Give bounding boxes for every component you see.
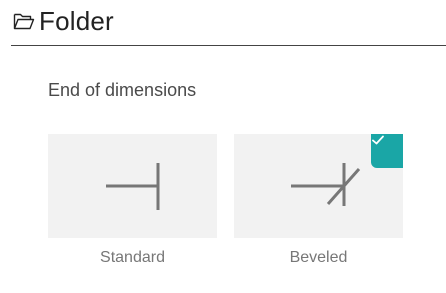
option-standard-label: Standard: [100, 249, 165, 266]
option-standard-tile[interactable]: [48, 134, 217, 238]
option-beveled[interactable]: Beveled: [234, 134, 403, 267]
folder-open-icon: [13, 11, 35, 31]
option-standard[interactable]: Standard: [48, 134, 217, 267]
selected-badge: [371, 134, 403, 168]
header: Folder: [13, 4, 114, 38]
checkmark-icon: [372, 135, 384, 145]
page-title: Folder: [39, 6, 114, 36]
option-beveled-label: Beveled: [289, 249, 348, 266]
standard-end-icon: [106, 163, 160, 210]
section-title: End of dimensions: [48, 80, 197, 100]
header-divider: [11, 45, 446, 46]
dimension-end-options: Standard Beveled: [48, 134, 403, 267]
folder-panel: Folder End of dimensions Standard Bevele…: [0, 0, 446, 293]
option-beveled-tile[interactable]: [234, 134, 403, 238]
